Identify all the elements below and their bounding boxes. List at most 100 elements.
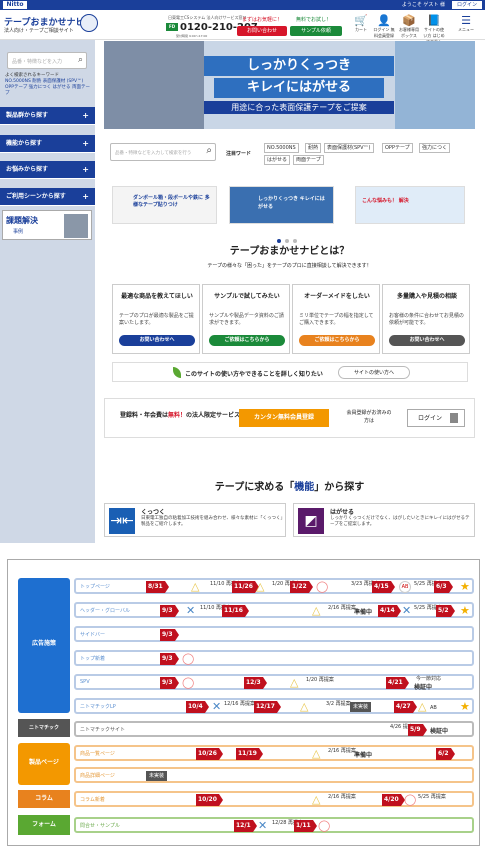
login-button[interactable]: ログイン (407, 409, 465, 427)
date-marker: 4/15 (372, 581, 395, 593)
date-marker: 12/17 (254, 701, 281, 713)
sidebar-nav-scene[interactable]: ご利用シーンから探す + (0, 188, 95, 206)
header-login[interactable]: 👤 ログイン 無料会員登録 (373, 14, 395, 40)
group-ads: 広告施策 (18, 578, 70, 713)
promo-banner-2[interactable]: しっかりくっつき キレイにはがせる (229, 186, 334, 224)
card-button[interactable]: ご依頼はこちらから (209, 335, 285, 346)
keyword-chip[interactable]: はがせる (264, 155, 291, 165)
header-guide[interactable]: 📘サイトの使い方 はじめての方へ (423, 14, 445, 44)
card-button[interactable]: お問い合わせへ (389, 335, 465, 346)
promo-banner-3[interactable]: こんな悩みも！ 解決 (355, 186, 465, 224)
search-icon[interactable]: ⌕ (78, 55, 83, 65)
hero-line-3: 用途に合った表面保護テープをご提案 (204, 101, 394, 114)
function-card-stick[interactable]: ⇥⇤ くっつく 日東電工独自の粘着加工技術を組み合わせ、様々な素材に「くっつく」… (104, 503, 286, 537)
search-icon[interactable]: ⌕ (206, 145, 212, 156)
sidebar-nav-products[interactable]: 製品群から探す + (0, 107, 95, 125)
top-bar: Nitto ようこそ ゲスト 様 ログイン (0, 0, 485, 10)
star-icon: ★ (460, 580, 470, 593)
date-marker: 9/3 (160, 653, 178, 665)
keyword-list[interactable]: NO.5000NS 耐熱 表面保護材 (SPV™) OPPテープ 強力につく は… (5, 79, 90, 97)
plus-icon: + (82, 192, 89, 201)
guide-icon: 📘 (427, 14, 441, 27)
plus-icon: + (82, 139, 89, 148)
keyword-chip[interactable]: 表面保護材(SPV™) (324, 143, 374, 153)
nitto-logo[interactable]: Nitto (3, 1, 27, 9)
card-button[interactable]: お問い合わせへ (119, 335, 195, 346)
header-cart[interactable]: 🛒 カート (350, 14, 372, 40)
registered-note: 会員登録がお済みの方は (346, 410, 392, 424)
date-marker: 11/16 (222, 605, 249, 617)
group-form: フォーム (18, 815, 70, 835)
date-marker: 11/19 (236, 748, 263, 760)
header-menu[interactable]: ☰ メニュー (455, 14, 477, 40)
issue-case-banner[interactable]: 課題解決 事例 (2, 210, 92, 240)
howto-button[interactable]: サイトの使い方へ (338, 366, 410, 379)
mascot-icon (80, 14, 98, 32)
schedule-row: 問合せ・サンプル 12/1 ✕ 12/28 再提案 1/11 ◯ (74, 817, 474, 833)
inquiry-button[interactable]: お問い合わせ (237, 26, 287, 36)
header-box[interactable]: 📦 お客様専用 ボックス (398, 14, 420, 40)
date-note: 1/20 再提案 (306, 677, 334, 683)
cross-icon: ✕ (186, 604, 196, 617)
group-product: 製品ページ (18, 743, 70, 785)
sample-caption: 無料でお試し！ (296, 17, 332, 23)
star-icon: ★ (460, 604, 470, 617)
sidebar-nav-function[interactable]: 機能から探す + (0, 135, 95, 153)
menu-icon: ☰ (461, 14, 471, 27)
registration-box: 登録料・年会費は無料！の法人限定サービス カンタン無料会員登録 会員登録がお済み… (104, 398, 475, 438)
sample-button[interactable]: サンプル依頼 (290, 26, 342, 36)
register-button[interactable]: カンタン無料会員登録 (239, 409, 329, 427)
hero-banner[interactable]: しっかりくっつき キレイにはがせる 用途に合った表面保護テープをご提案 (104, 41, 475, 129)
promo-banner-text: しっかりくっつき キレイにはがせる (258, 196, 325, 210)
door-icon (450, 413, 458, 423)
cart-label: カート (355, 27, 367, 32)
sidebar-nav-problem[interactable]: お悩みから探す + (0, 161, 95, 179)
circle-icon: ◯ (182, 652, 195, 665)
keyword-chip[interactable]: 耐熱 (305, 143, 322, 153)
triangle-icon: △ (256, 580, 265, 593)
card-button[interactable]: ご依頼はこちらから (299, 335, 375, 346)
hero-left-image (104, 41, 204, 129)
cross-icon: ✕ (212, 700, 222, 713)
person-photo (64, 214, 88, 238)
row-page: コラム新着 (80, 797, 105, 803)
date-note: 2/16 再提案 (328, 794, 356, 800)
cross-icon: ✕ (402, 604, 412, 617)
sidebar-search-input[interactable]: 品番・特徴などを入力 ⌕ (7, 52, 87, 69)
keyword-chip[interactable]: 両面テープ (293, 155, 324, 165)
row-page: サイドバー (80, 632, 106, 638)
date-marker: 4/20 (382, 794, 405, 806)
date-marker: 12/1 (234, 820, 257, 832)
group-label: 広告施策 (31, 640, 56, 647)
date-marker: 4/14 (378, 605, 401, 617)
hero-line-2: キレイにはがせる (214, 78, 384, 98)
date-note: 2/16 再提案 (328, 748, 356, 754)
box-icon: 📦 (402, 14, 416, 27)
group-column: コラム (18, 790, 70, 808)
func-title-key: 機能 (294, 482, 315, 493)
triangle-icon: △ (300, 700, 309, 713)
schedule-row: ニトマチックLP 10/4 ✕ 12/16 再提案 12/17 △ 3/2 再提… (74, 698, 474, 714)
ab-test-icon: AB (399, 581, 411, 593)
row-page: ニトマチックLP (80, 704, 116, 710)
ab-label: AB (430, 705, 437, 711)
keyword-chip[interactable]: NO.5000NS (264, 143, 299, 153)
tel-hours: 受付時間 9:00～17:00 (176, 34, 208, 38)
howto-bar: このサイトの使い方やできることを詳しく知りたい サイトの使い方へ (112, 362, 468, 382)
function-card-peel[interactable]: ◩ はがせる しっかりくっつくだけでなく、はがしたいときにキレイにはがせるテープ… (293, 503, 475, 537)
date-marker: 9/3 (160, 629, 178, 641)
top-login-button[interactable]: ログイン (451, 1, 482, 9)
keyword-chip[interactable]: OPPテープ (382, 143, 413, 153)
circle-icon: ◯ (316, 580, 329, 593)
date-marker: 6/2 (436, 748, 454, 760)
circle-icon: ◯ (404, 793, 417, 806)
login-label: ログイン 無料会員登録 (373, 27, 395, 38)
main-search-input[interactable]: 品番・特徴などを入力して検索を行う ⌕ (110, 143, 216, 161)
promo-banner-1[interactable]: ダンボール箱・段ボールや鉄に 多様なテープ貼りつけ (112, 186, 217, 224)
row-page: 問合せ・サンプル (80, 823, 120, 829)
schedule-row: ニトマチックサイト 4/26 提案 5/9 検証中 (74, 721, 474, 737)
keyword-chip[interactable]: 強力につく (419, 143, 451, 153)
issue-title: 課題解決 (6, 216, 38, 225)
triangle-icon: △ (191, 580, 200, 593)
function-card-title: くっつく (141, 509, 166, 516)
